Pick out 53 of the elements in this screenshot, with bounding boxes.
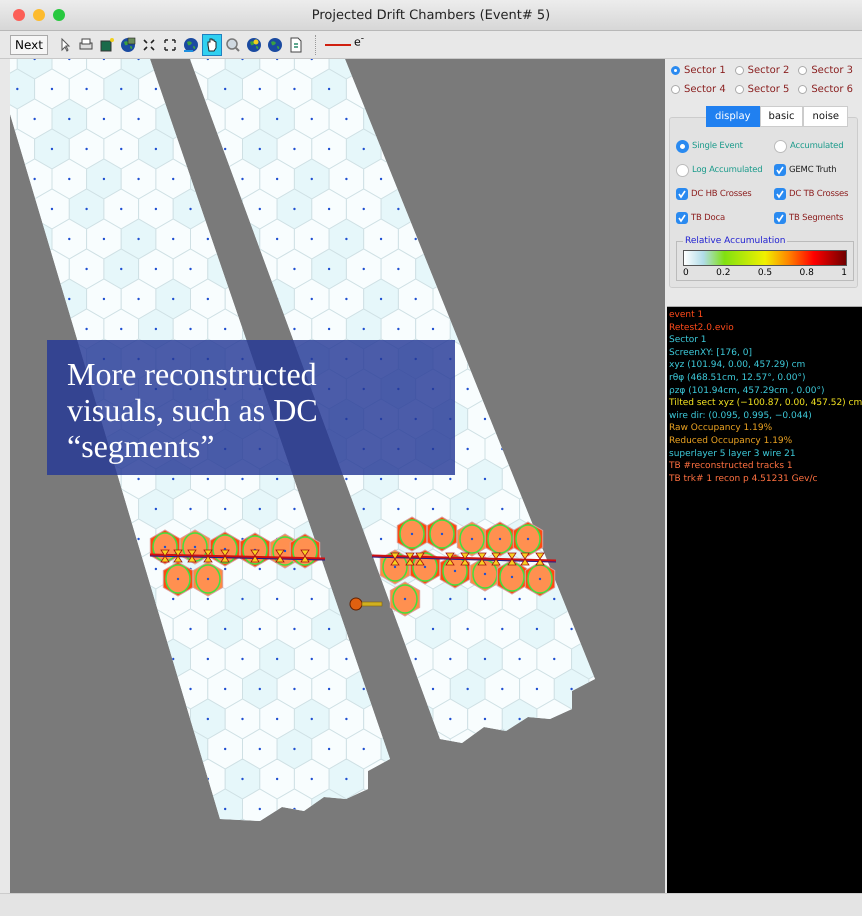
scale-tick-label: 1 <box>841 268 847 278</box>
globe-icon <box>246 36 262 52</box>
checkmark-icon <box>677 189 687 199</box>
scale-tick-label: 0.5 <box>758 268 772 278</box>
printer-icon <box>78 36 94 52</box>
tab[interactable]: noise <box>803 106 848 127</box>
option-checkbox[interactable]: TB Doca <box>676 210 772 226</box>
option-checkbox[interactable]: DC TB Crosses <box>774 186 854 202</box>
info-line: Reduced Occupancy 1.19% <box>669 434 794 448</box>
info-line: ScreenXY: [176, 0] <box>669 346 753 360</box>
checkmark-icon <box>677 213 687 223</box>
globe-icon <box>120 36 136 52</box>
info-line: Raw Occupancy 1.19% <box>669 422 774 435</box>
checkmark-icon <box>775 165 785 175</box>
info-line: rθφ (468.51cm, 12.57°, 0.00°) <box>669 372 806 385</box>
sector-radio[interactable]: Sector 3 <box>798 65 862 76</box>
accumulation-title: Relative Accumulation <box>684 236 786 246</box>
sector-radio[interactable]: Sector 6 <box>798 84 862 95</box>
scale-tick-label: 0.8 <box>800 268 814 278</box>
info-line: TB trk# 1 recon p 4.51231 Gev/c <box>669 472 818 486</box>
info-line: ρzφ (101.94cm, 457.29cm , 0.00°) <box>669 384 826 398</box>
info-line: TB #reconstructed tracks 1 <box>669 460 794 473</box>
shrink-icon <box>140 36 157 52</box>
tab[interactable]: display <box>706 106 760 127</box>
info-line: Retest2.0.evio <box>669 322 735 334</box>
scale-tick-label: 0.2 <box>716 268 730 278</box>
sector-radio[interactable]: Sector 4 <box>671 84 735 95</box>
info-line: superlayer 5 layer 3 wire 21 <box>669 448 797 460</box>
info-line: wire dir: (0.095, 0.995, −0.044) <box>669 410 813 422</box>
info-line: Tilted sect xyz (−100.87, 0.00, 457.52) cm <box>669 397 862 410</box>
checkmark-icon <box>775 189 785 199</box>
tab[interactable]: basic <box>760 106 804 127</box>
window-title: Projected Drift Chambers (Event# 5) <box>312 8 550 22</box>
option-checkbox[interactable]: DC HB Crosses <box>676 186 772 202</box>
scale-tick-label: 0 <box>683 268 689 278</box>
sector-radio[interactable]: Sector 1 <box>671 65 735 76</box>
tool-button[interactable] <box>202 34 222 56</box>
next-button[interactable]: Next <box>10 34 48 54</box>
sector-radio[interactable]: Sector 5 <box>734 84 798 95</box>
annotation-text: More reconstructed visuals, such as DC “segments” <box>67 356 319 464</box>
checkmark-icon <box>775 213 785 223</box>
document-icon <box>288 36 304 52</box>
magnifier-icon <box>224 36 241 52</box>
legend-label: e$^{-}$ <box>354 33 364 49</box>
globe-icon <box>182 36 199 52</box>
info-line: event 1 <box>669 309 704 322</box>
option-checkbox[interactable]: GEMC Truth <box>774 162 854 178</box>
sector-radio[interactable]: Sector 2 <box>734 65 798 76</box>
expand-icon <box>162 36 178 52</box>
info-line: xyz (101.94, 0.00, 457.29) cm <box>669 359 806 372</box>
info-line: Sector 1 <box>669 334 708 347</box>
option-checkbox[interactable]: TB Segments <box>774 210 854 226</box>
globe-icon <box>266 36 283 52</box>
